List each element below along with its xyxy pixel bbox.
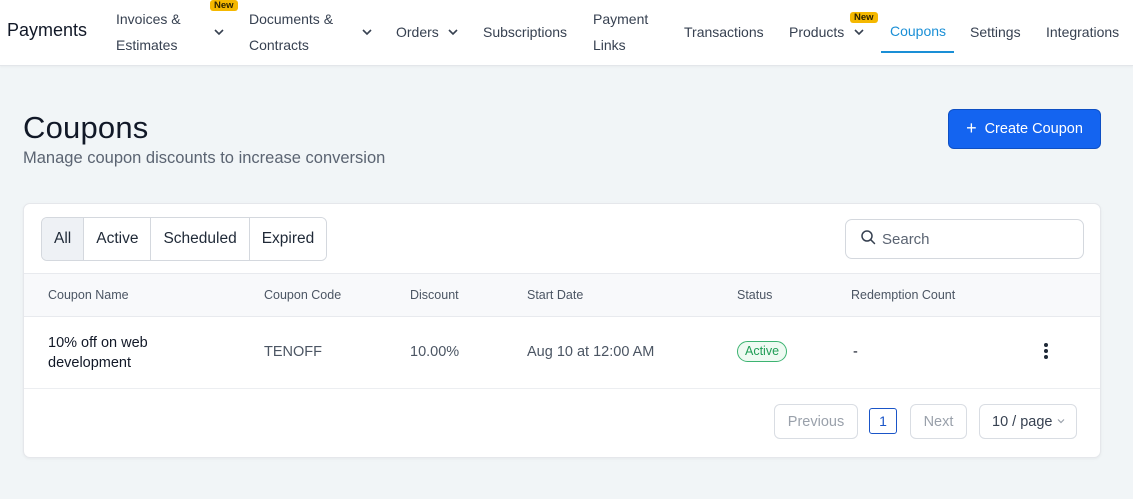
new-badge-invoices: New (210, 0, 238, 11)
page-number-current[interactable]: 1 (869, 408, 897, 434)
nav-documents-contracts[interactable]: Documents & Contracts (249, 6, 333, 58)
chevron-down-icon[interactable] (213, 26, 225, 38)
chevron-down-icon[interactable] (361, 26, 373, 38)
active-tab-indicator (881, 51, 954, 53)
nav-transactions-label: Transactions (684, 24, 764, 40)
nav-invoices-line2: Estimates (116, 37, 178, 53)
page-size-select[interactable]: 10 / page (979, 404, 1077, 439)
create-coupon-label: Create Coupon (984, 121, 1083, 137)
nav-coupons[interactable]: Coupons (890, 18, 946, 44)
nav-documents-line1: Documents & (249, 11, 334, 27)
search-box (845, 219, 1084, 259)
column-header-discount: Discount (410, 288, 459, 302)
nav-payment-line1: Payment (593, 11, 649, 27)
coupon-code-cell: TENOFF (264, 344, 322, 360)
filter-tab-expired[interactable]: Expired (249, 218, 327, 260)
nav-products-label: Products (789, 24, 845, 40)
nav-transactions[interactable]: Transactions (684, 19, 764, 45)
app-title: Payments (7, 20, 88, 40)
nav-invoices-line1: Invoices & (116, 11, 181, 27)
nav-settings[interactable]: Settings (970, 19, 1021, 45)
nav-documents-line2: Contracts (249, 37, 309, 53)
status-filter-tabs: All Active Scheduled Expired (41, 217, 328, 261)
page-subtitle: Manage coupon discounts to increase conv… (23, 149, 386, 167)
status-badge: Active (737, 341, 788, 362)
column-header-coupon-name: Coupon Name (48, 288, 129, 302)
top-navigation: Payments Invoices & Estimates New Docume… (0, 0, 1133, 66)
page-title: Coupons (23, 110, 149, 145)
search-icon (860, 229, 876, 250)
page-size-value: 10 / page (992, 413, 1053, 430)
start-date-cell: Aug 10 at 12:00 AM (527, 344, 655, 360)
table-header: Coupon Name Coupon Code Discount Start D… (24, 273, 1100, 317)
filter-tab-scheduled[interactable]: Scheduled (151, 218, 250, 260)
column-header-status: Status (737, 288, 773, 302)
previous-page-button[interactable]: Previous (774, 404, 858, 439)
discount-cell: 10.00% (410, 344, 460, 360)
create-coupon-button[interactable]: + Create Coupon (948, 109, 1101, 149)
filter-tab-active[interactable]: Active (84, 218, 152, 260)
nav-integrations[interactable]: Integrations (1046, 19, 1119, 45)
column-header-start-date: Start Date (527, 288, 584, 302)
filter-tab-all[interactable]: All (42, 218, 85, 260)
coupon-name-line2: development (48, 355, 132, 371)
nav-orders[interactable]: Orders (396, 19, 439, 45)
nav-payment-line2: Links (593, 37, 626, 53)
redemption-count-cell: - (853, 344, 858, 360)
column-header-redemption-count: Redemption Count (851, 288, 956, 302)
coupon-name-cell: 10% off on web development (48, 333, 198, 373)
column-header-coupon-code: Coupon Code (264, 288, 342, 302)
plus-icon: + (966, 118, 977, 138)
new-badge-products: New (850, 12, 878, 23)
table-row[interactable]: 10% off on web development TENOFF 10.00%… (24, 317, 1100, 389)
chevron-down-icon[interactable] (447, 26, 459, 38)
coupons-card: All Active Scheduled Expired Coupon Name… (23, 203, 1101, 458)
nav-invoices-estimates[interactable]: Invoices & Estimates (116, 6, 181, 58)
nav-products[interactable]: Products (789, 19, 844, 45)
nav-integrations-label: Integrations (1046, 24, 1120, 40)
nav-payment-links[interactable]: Payment Links (593, 6, 648, 58)
more-options-icon[interactable] (1040, 343, 1052, 361)
nav-settings-label: Settings (970, 24, 1021, 40)
nav-coupons-label: Coupons (890, 23, 947, 39)
nav-orders-label: Orders (396, 24, 439, 40)
nav-subscriptions[interactable]: Subscriptions (483, 19, 567, 45)
chevron-down-icon (1056, 414, 1066, 430)
chevron-down-icon[interactable] (853, 26, 865, 38)
search-input[interactable] (882, 230, 1072, 248)
nav-subscriptions-label: Subscriptions (483, 24, 568, 40)
coupon-name-line1: 10% off on web (48, 335, 148, 351)
next-page-button[interactable]: Next (910, 404, 967, 439)
